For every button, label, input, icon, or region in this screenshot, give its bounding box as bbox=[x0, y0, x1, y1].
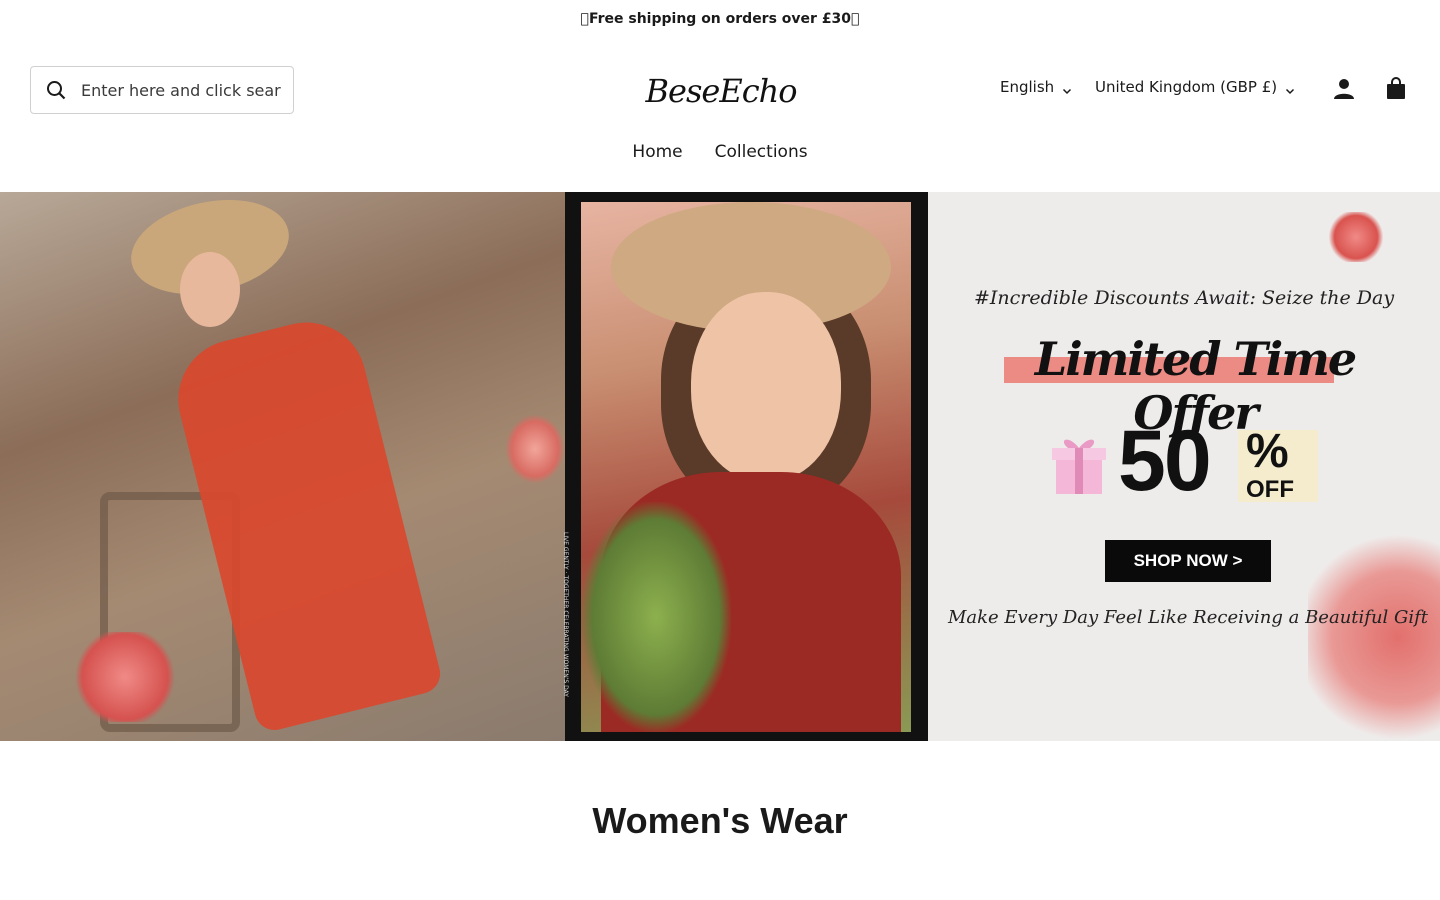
hero-photo-left bbox=[0, 192, 565, 741]
promo-panel: #Incredible Discounts Await: Seize the D… bbox=[928, 192, 1440, 741]
model-face-graphic bbox=[180, 252, 240, 327]
country-label: United Kingdom (GBP £) bbox=[1095, 78, 1278, 96]
nav-item-collections[interactable]: Collections bbox=[715, 142, 808, 188]
language-label: English bbox=[1000, 78, 1055, 96]
account-icon[interactable] bbox=[1332, 77, 1356, 101]
announcement-bar:  Free shipping on orders over £30  bbox=[0, 0, 1440, 38]
hero-banner[interactable]: LIVE GENTLY · TOGETHER CELEBRATING WOMEN… bbox=[0, 192, 1440, 741]
promo-subtitle: Make Every Day Feel Like Receiving a Bea… bbox=[947, 607, 1429, 628]
flower-graphic bbox=[70, 632, 180, 722]
shop-now-button[interactable]: SHOP NOW > bbox=[1105, 540, 1271, 582]
promo-title-block: Limited Time Offer bbox=[990, 332, 1400, 440]
site-header: BeseEcho English United Kingdom (GBP £) bbox=[0, 38, 1440, 142]
off-label: OFF bbox=[1246, 476, 1294, 503]
model-portrait bbox=[581, 202, 911, 732]
announcement-text:  Free shipping on orders over £30  bbox=[580, 11, 860, 27]
search-input[interactable] bbox=[81, 80, 281, 100]
flower-graphic bbox=[1308, 522, 1440, 741]
gift-box-icon bbox=[1050, 432, 1108, 496]
main-nav: Home Collections bbox=[0, 142, 1440, 188]
discount-value: 50 bbox=[1118, 413, 1212, 509]
brand-logo[interactable]: BeseEcho bbox=[646, 56, 798, 126]
percent-sign: % bbox=[1246, 425, 1289, 478]
search-box[interactable] bbox=[30, 66, 294, 114]
promo-tagline: #Incredible Discounts Await: Seize the D… bbox=[973, 287, 1395, 309]
logo-text: BeseEcho bbox=[645, 72, 798, 110]
flower-graphic bbox=[1326, 212, 1386, 262]
nav-item-home[interactable]: Home bbox=[632, 142, 682, 188]
section-title: Women's Wear bbox=[592, 800, 848, 841]
butterfly-graphic bbox=[505, 414, 565, 484]
country-currency-selector[interactable]: United Kingdom (GBP £) bbox=[1095, 78, 1295, 96]
search-icon[interactable] bbox=[45, 79, 67, 101]
shopping-bag-icon[interactable] bbox=[1385, 77, 1407, 101]
hero-photo-middle: LIVE GENTLY · TOGETHER CELEBRATING WOMEN… bbox=[562, 192, 928, 741]
discount-unit: % OFF bbox=[1218, 424, 1318, 504]
model-face-graphic bbox=[691, 292, 841, 482]
film-side-text: LIVE GENTLY · TOGETHER CELEBRATING WOMEN… bbox=[562, 532, 569, 697]
chevron-down-icon bbox=[1062, 82, 1072, 95]
plant-graphic bbox=[581, 502, 731, 732]
chevron-down-icon bbox=[1285, 82, 1295, 95]
language-selector[interactable]: English bbox=[1000, 78, 1072, 96]
